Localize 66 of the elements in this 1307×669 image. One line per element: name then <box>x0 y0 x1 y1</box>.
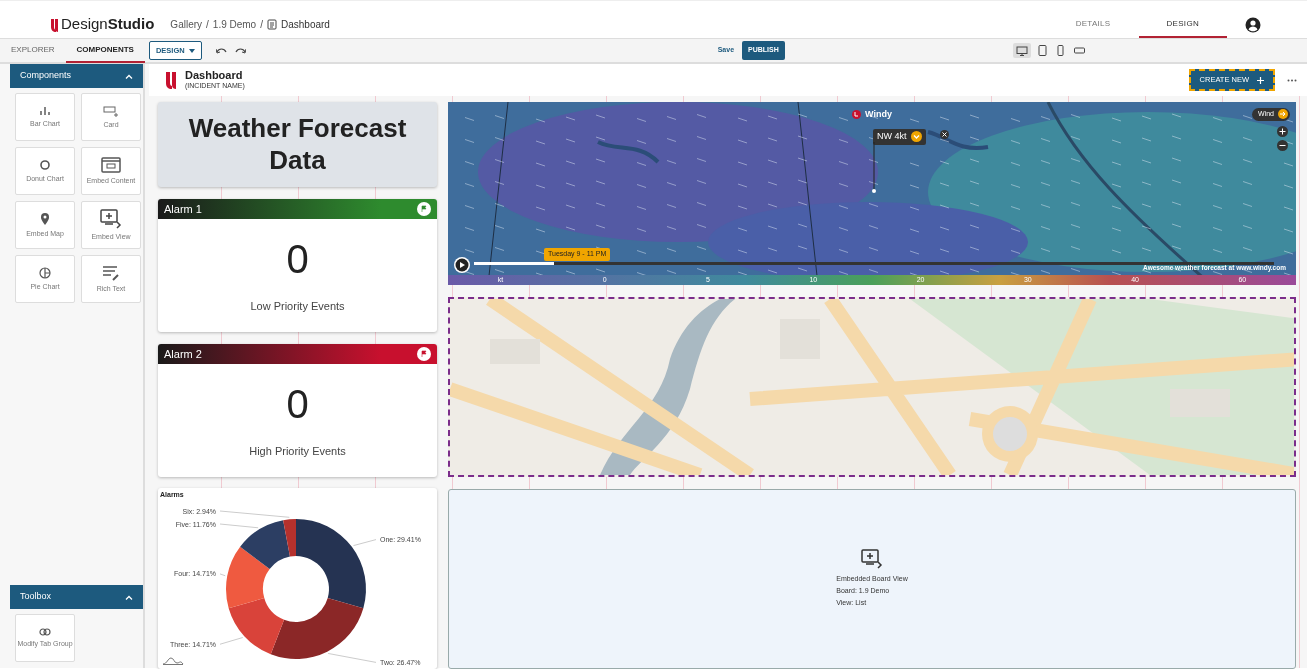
brand-name: DesignStudio <box>61 14 155 35</box>
zoom-out-icon[interactable] <box>1277 140 1288 151</box>
redo-icon[interactable] <box>234 47 246 54</box>
device-button[interactable] <box>1012 43 1031 58</box>
alarm-caption: High Priority Events <box>248 444 347 459</box>
breadcrumb-link[interactable]: 1.9 Demo <box>212 17 257 32</box>
monitor-plus-icon <box>100 208 122 229</box>
chevron-icon[interactable] <box>125 73 133 79</box>
panel-title: Components <box>20 69 72 83</box>
tablet-icon <box>1037 45 1047 56</box>
card-icon <box>103 104 119 117</box>
zoom-in-icon[interactable] <box>1277 126 1288 137</box>
logo-icon <box>50 17 59 32</box>
panel-header[interactable]: Toolbox <box>10 585 143 609</box>
alarm-count: 0 <box>285 239 310 279</box>
breadcrumb-separator: / <box>260 18 263 32</box>
leader-line <box>219 523 259 528</box>
leader-line <box>219 510 290 518</box>
flag-icon <box>417 347 431 361</box>
leader-line <box>219 572 226 576</box>
panel-header[interactable]: Components <box>10 64 143 88</box>
document-icon <box>266 19 277 30</box>
plus-icon <box>1257 76 1264 84</box>
more-icon[interactable] <box>1287 78 1297 82</box>
rich-text-icon <box>102 264 120 281</box>
pin-line-icon <box>872 142 876 194</box>
logo-icon <box>852 110 861 120</box>
monitor-plus-icon <box>861 549 883 569</box>
flag-icon <box>417 202 431 216</box>
leader-line <box>327 652 377 663</box>
chevron-icon[interactable] <box>125 594 133 600</box>
logo-icon <box>165 70 177 90</box>
phone-icon <box>1056 45 1064 56</box>
windy-logo: Windy <box>852 108 892 122</box>
chain-link-icon <box>39 627 51 636</box>
leader-line <box>352 538 377 546</box>
tab[interactable]: DETAILS <box>1047 12 1139 38</box>
pie-chart-icon <box>39 266 51 279</box>
map-pin-icon <box>40 211 50 226</box>
dashboard-title: Dashboard <box>185 68 244 81</box>
chevron-icon[interactable] <box>910 131 922 143</box>
tab[interactable]: EXPLORER <box>0 38 66 63</box>
alarm-title: Alarm 1 <box>164 201 202 217</box>
landscape-phone-icon <box>1073 47 1085 54</box>
breadcrumb-separator: / <box>206 18 209 32</box>
undo-icon[interactable] <box>215 47 227 54</box>
chart-type-icon[interactable] <box>162 657 184 665</box>
wind-popup: NW 4kt <box>873 129 926 145</box>
account-icon[interactable] <box>1245 16 1261 33</box>
leader-line <box>219 636 244 645</box>
donut-chart-icon <box>39 158 51 171</box>
breadcrumb-current: Dashboard <box>280 18 330 32</box>
alarm-title: Alarm 2 <box>164 346 202 362</box>
close-icon[interactable] <box>940 130 949 139</box>
caret-icon <box>188 48 195 53</box>
breadcrumb-link[interactable]: Gallery <box>170 17 203 32</box>
wind-icon <box>1278 109 1288 120</box>
window-icon <box>101 156 121 173</box>
panel-title: Toolbox <box>20 590 52 604</box>
desktop-icon <box>1015 45 1028 56</box>
play-icon[interactable] <box>454 257 470 273</box>
alarm-count: 0 <box>285 384 310 424</box>
alarm-caption: Low Priority Events <box>249 299 346 314</box>
bar-chart-icon <box>39 105 51 116</box>
timeline-track[interactable] <box>474 262 1274 265</box>
title-card: Weather Forecast Data <box>158 102 437 187</box>
